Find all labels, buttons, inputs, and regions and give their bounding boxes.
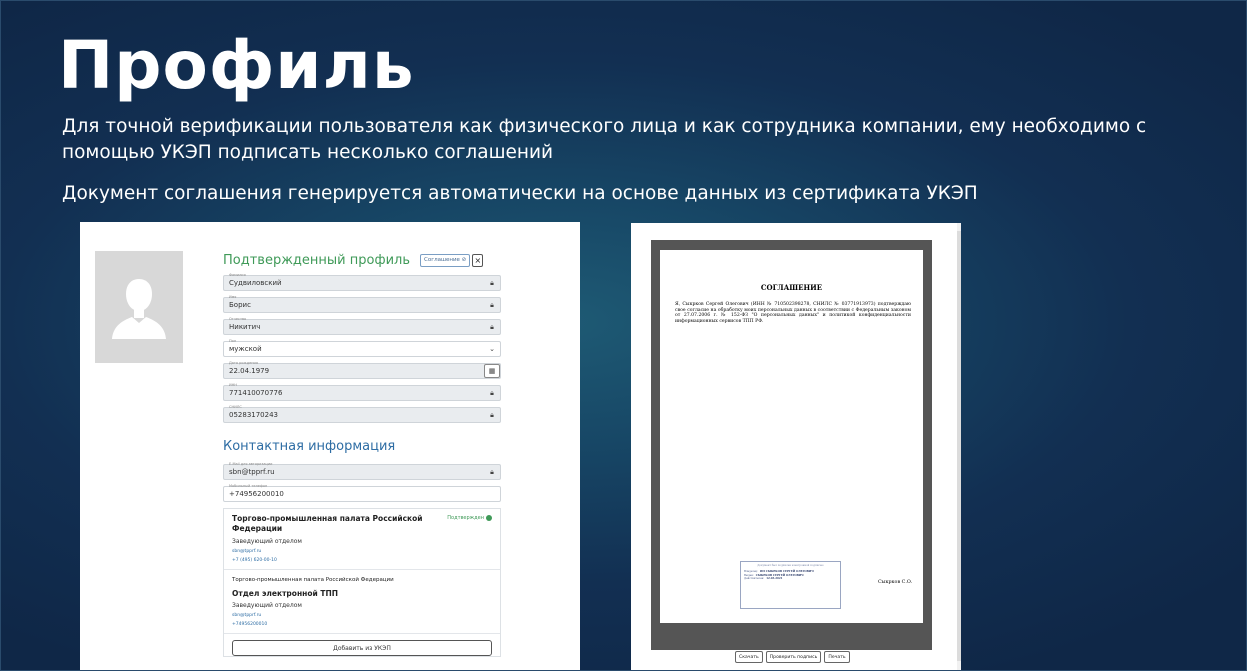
lock-icon: 🔒︎ <box>490 278 494 287</box>
field-label: Фамилия <box>229 273 246 277</box>
chevron-down-icon[interactable]: ⌄ <box>484 342 500 356</box>
field-value: Судвиловский <box>229 279 282 287</box>
field-value: Никитич <box>229 323 261 331</box>
scrollbar-thumb[interactable] <box>957 231 961 661</box>
profile-panel: Подтвержденный профиль Соглашение ⊘ × Фа… <box>80 222 580 671</box>
email-field[interactable]: E-Mail для авторизации sbn@tpprf.ru 🔒︎ <box>223 462 501 480</box>
signature-stamp: Документ был подписан электронной подпис… <box>740 561 841 609</box>
document-page: СОГЛАШЕНИЕ Я, Сыкрков Сергей Олегович (И… <box>660 250 923 623</box>
verify-signature-button[interactable]: Проверить подпись <box>765 651 822 663</box>
last-name-field[interactable]: Фамилия Судвиловский 🔒︎ <box>223 273 501 291</box>
avatar <box>95 251 183 363</box>
field-value: +74956200010 <box>229 490 284 498</box>
check-circle-icon <box>486 515 492 521</box>
org-phone[interactable]: +7 (495) 620-00-10 <box>232 558 492 563</box>
phone-field[interactable]: Мобильный телефон +74956200010 <box>223 484 501 502</box>
field-value: мужской <box>229 345 262 353</box>
org-phone[interactable]: +74956200010 <box>232 622 492 627</box>
stamp-value: 12.03.2021 <box>766 576 783 580</box>
field-label: Дата рождения <box>229 361 258 365</box>
lock-icon: 🔒︎ <box>490 300 494 309</box>
field-label: Мобильный телефон <box>229 484 268 488</box>
contacts-title: Контактная информация <box>223 438 396 454</box>
field-label: Имя <box>229 295 237 299</box>
gender-select[interactable]: Пол мужской ⌄ <box>223 339 501 357</box>
document-heading: СОГЛАШЕНИЕ <box>760 283 823 292</box>
field-label: Отчество <box>229 317 247 321</box>
lock-icon: 🔒︎ <box>490 410 494 419</box>
lock-icon: 🔒︎ <box>490 388 494 397</box>
field-value: sbn@tpprf.ru <box>229 468 275 476</box>
scrollbar[interactable] <box>957 223 961 671</box>
verified-profile-label: Подтвержденный профиль <box>223 252 410 268</box>
slide-title: Профиль <box>58 27 415 104</box>
org-email[interactable]: sbn@tpprf.ru <box>232 549 492 554</box>
download-button[interactable]: Скачать <box>735 651 763 663</box>
first-name-field[interactable]: Имя Борис 🔒︎ <box>223 295 501 313</box>
profile-form: Подтвержденный профиль Соглашение ⊘ × Фа… <box>223 251 501 657</box>
field-label: ИНН <box>229 383 237 387</box>
field-value: Борис <box>229 301 251 309</box>
signer-name: Сыкрков С.О. <box>878 580 913 585</box>
status-badge: Подтвержден <box>447 515 492 521</box>
stamp-row: Действителен: 12.03.2021 <box>744 577 837 580</box>
org-card: Торгово-промышленная палата Российской Ф… <box>224 509 500 570</box>
birth-date-field[interactable]: Дата рождения 22.04.1979 ▦ <box>223 361 501 379</box>
field-label: Пол <box>229 339 237 343</box>
slide-description-2: Документ соглашения генерируется автомат… <box>62 183 978 204</box>
print-button[interactable]: Печать <box>824 651 850 663</box>
org-email[interactable]: sbn@tpprf.ru <box>232 613 492 618</box>
user-silhouette-icon <box>112 279 166 339</box>
stamp-key: Действителен: <box>744 576 765 580</box>
verified-profile-title: Подтвержденный профиль Соглашение ⊘ × <box>223 251 501 269</box>
lock-icon: 🔒︎ <box>490 467 494 476</box>
agreement-close-button[interactable]: × <box>472 253 484 267</box>
lock-icon: 🔒︎ <box>490 322 494 331</box>
snils-field[interactable]: СНИЛС 05283170243 🔒︎ <box>223 405 501 423</box>
org-card: Торгово-промышленная палата Российской Ф… <box>224 570 500 634</box>
viewer-background: СОГЛАШЕНИЕ Я, Сыкрков Сергей Олегович (И… <box>651 240 932 650</box>
org-role: Заведующий отделом <box>232 602 302 609</box>
field-value: 05283170243 <box>229 411 278 419</box>
patronymic-field[interactable]: Отчество Никитич 🔒︎ <box>223 317 501 335</box>
field-value: 22.04.1979 <box>229 367 270 375</box>
org-name: Торгово-промышленная палата Российской Ф… <box>232 514 423 533</box>
add-from-ukep-button[interactable]: Добавить из УКЭП <box>232 640 492 656</box>
org-role: Заведующий отделом <box>232 538 302 545</box>
agreement-chip[interactable]: Соглашение ⊘ <box>419 253 471 267</box>
document-toolbar: Скачать Проверить подпись Печать <box>735 651 850 663</box>
field-value: 771410070776 <box>229 389 283 397</box>
field-label: E-Mail для авторизации <box>229 462 273 466</box>
organizations-list: Торгово-промышленная палата Российской Ф… <box>223 508 501 657</box>
org-name: Торгово-промышленная палата Российской Ф… <box>232 577 394 583</box>
document-body: Я, Сыкрков Сергей Олегович (ИНН № 710502… <box>675 302 911 324</box>
field-label: СНИЛС <box>229 405 242 409</box>
inn-field[interactable]: ИНН 771410070776 🔒︎ <box>223 383 501 401</box>
slide-description: Для точной верификации пользователя как … <box>62 116 1147 163</box>
stamp-head: Документ был подписан электронной подпис… <box>757 564 824 567</box>
status-label: Подтвержден <box>447 515 484 521</box>
calendar-icon[interactable]: ▦ <box>484 364 500 378</box>
document-viewer: СОГЛАШЕНИЕ Я, Сыкрков Сергей Олегович (И… <box>631 223 961 671</box>
org-department: Отдел электронной ТПП <box>232 589 339 598</box>
